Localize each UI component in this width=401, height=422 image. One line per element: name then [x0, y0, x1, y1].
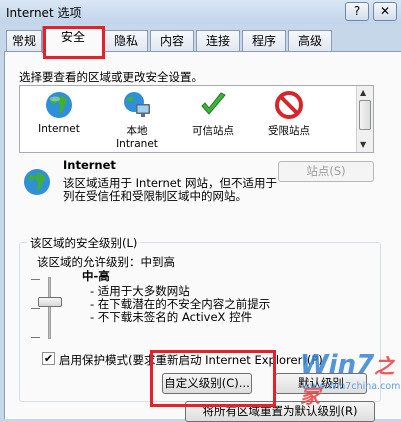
- highlight-box-custom-level: [150, 350, 276, 407]
- zone-restricted-sites[interactable]: 受限站点: [252, 90, 326, 138]
- tab-programs[interactable]: 程序: [242, 30, 286, 52]
- scroll-down-icon[interactable]: ▼: [360, 140, 366, 149]
- close-button[interactable]: ✕: [373, 2, 397, 21]
- tab-advanced[interactable]: 高级: [288, 30, 332, 52]
- zone-list[interactable]: Internet 本地 Intranet 可信站点 受限站点: [19, 85, 374, 153]
- tab-privacy[interactable]: 隐私: [104, 30, 148, 52]
- help-button[interactable]: ?: [345, 2, 369, 21]
- tab-content[interactable]: 内容: [150, 30, 194, 52]
- zone-trusted-sites-label: 可信站点: [192, 125, 234, 137]
- zone-internet[interactable]: Internet: [22, 90, 96, 135]
- security-level-bullet: - 不下载未签名的 ActiveX 控件: [90, 310, 253, 324]
- instruction-text: 选择要查看的区域或更改安全设置。: [19, 70, 203, 84]
- security-level-bullets: - 适用于大多数网站 - 在下载潜在的不安全内容之前提示 - 不下载未签名的 A…: [90, 285, 270, 324]
- zone-restricted-sites-label: 受限站点: [268, 125, 310, 137]
- selected-zone-globe-icon: [24, 169, 50, 195]
- scroll-thumb[interactable]: [359, 100, 371, 130]
- highlight-box-security-tab: [43, 26, 105, 59]
- zone-local-intranet-label: 本地: [126, 125, 148, 137]
- globe-icon: [46, 92, 72, 118]
- tab-connections[interactable]: 连接: [196, 30, 240, 52]
- zone-list-scrollbar[interactable]: ▲ ▼: [356, 86, 373, 152]
- security-level-group-title: 该区域的安全级别(L): [27, 235, 141, 251]
- window-title: Internet 选项: [6, 6, 82, 20]
- selected-zone-description: 该区域适用于 Internet 网站，但不适用于列在受信任和受限制区域中的网站。: [63, 176, 277, 203]
- scroll-up-icon[interactable]: ▲: [360, 88, 366, 97]
- no-entry-icon: [275, 91, 303, 119]
- tab-general[interactable]: 常规: [6, 30, 42, 52]
- slider-tick: [31, 337, 40, 338]
- zone-trusted-sites[interactable]: 可信站点: [176, 90, 250, 138]
- watermark-url: www.Win7china.com: [302, 381, 401, 392]
- checkmark-icon: [201, 92, 226, 115]
- protected-mode-checkbox[interactable]: ✔: [42, 352, 55, 365]
- slider-tick: [31, 279, 40, 280]
- selected-zone-name: Internet: [63, 158, 116, 172]
- sites-button[interactable]: 站点(S): [278, 161, 374, 182]
- zone-local-intranet-label2: Intranet: [116, 138, 158, 150]
- security-level-name: 中-高: [82, 269, 110, 283]
- zone-internet-label: Internet: [38, 123, 80, 135]
- watermark-logo: Win7之家: [300, 350, 395, 408]
- security-slider-track: [48, 277, 51, 339]
- security-slider-thumb[interactable]: [38, 297, 62, 308]
- zone-local-intranet[interactable]: 本地 Intranet: [100, 90, 174, 150]
- local-intranet-icon: [124, 92, 150, 117]
- checkbox-checked-icon: ✔: [43, 352, 54, 365]
- title-bar: Internet 选项 ? ✕: [0, 0, 401, 24]
- slider-tick: [31, 308, 40, 309]
